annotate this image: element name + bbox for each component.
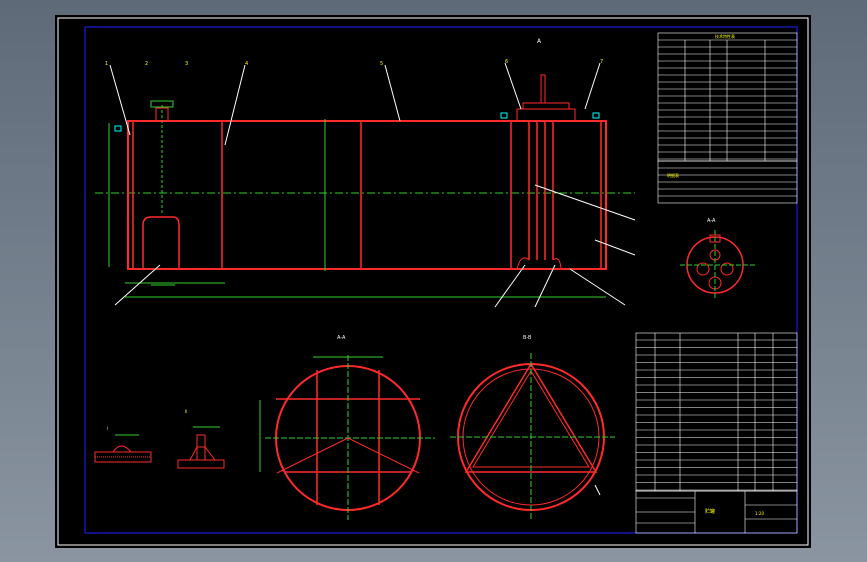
title-scale: 1:20 [755,511,764,516]
callout-3: 3 [185,61,188,67]
vessel-drawing: 1 2 3 4 5 6 7 A 技术特性表 A-A A-A B-B I II 贮… [57,17,809,546]
svg-text:B-B: B-B [523,335,532,341]
callout-2: 2 [145,61,148,67]
title-block [635,490,798,534]
section-a-view: A-A [259,335,435,520]
callout-1: 1 [105,61,108,67]
sheet-frame [57,17,809,546]
title-name: 贮罐 [705,508,715,515]
top-label: A [537,38,542,45]
section-b-view: B-B [450,335,615,520]
callout-4: 4 [245,61,248,67]
weld-detail-1: I [94,426,152,463]
tech-table-title: 技术特性表 [715,33,735,39]
svg-text:I: I [107,426,108,431]
bill-of-materials [635,332,798,492]
callout-6: 6 [505,59,508,65]
callout-5: 5 [380,61,383,67]
svg-text:II: II [185,409,187,414]
drawing-sheet: 1 2 3 4 5 6 7 A 技术特性表 A-A A-A B-B I II 贮… [55,15,811,548]
bom-title: 明细表 [667,172,679,178]
svg-text:A-A: A-A [337,335,346,341]
cad-viewport[interactable]: 1 2 3 4 5 6 7 A 技术特性表 A-A A-A B-B I II 贮… [0,0,867,562]
svg-text:A-A: A-A [707,218,716,224]
nozzle-orientation-view: A-A [680,218,755,300]
elevation-view: 1 2 3 4 5 6 7 A [95,38,636,308]
callout-7: 7 [600,59,603,65]
weld-detail-2: II [177,409,225,469]
